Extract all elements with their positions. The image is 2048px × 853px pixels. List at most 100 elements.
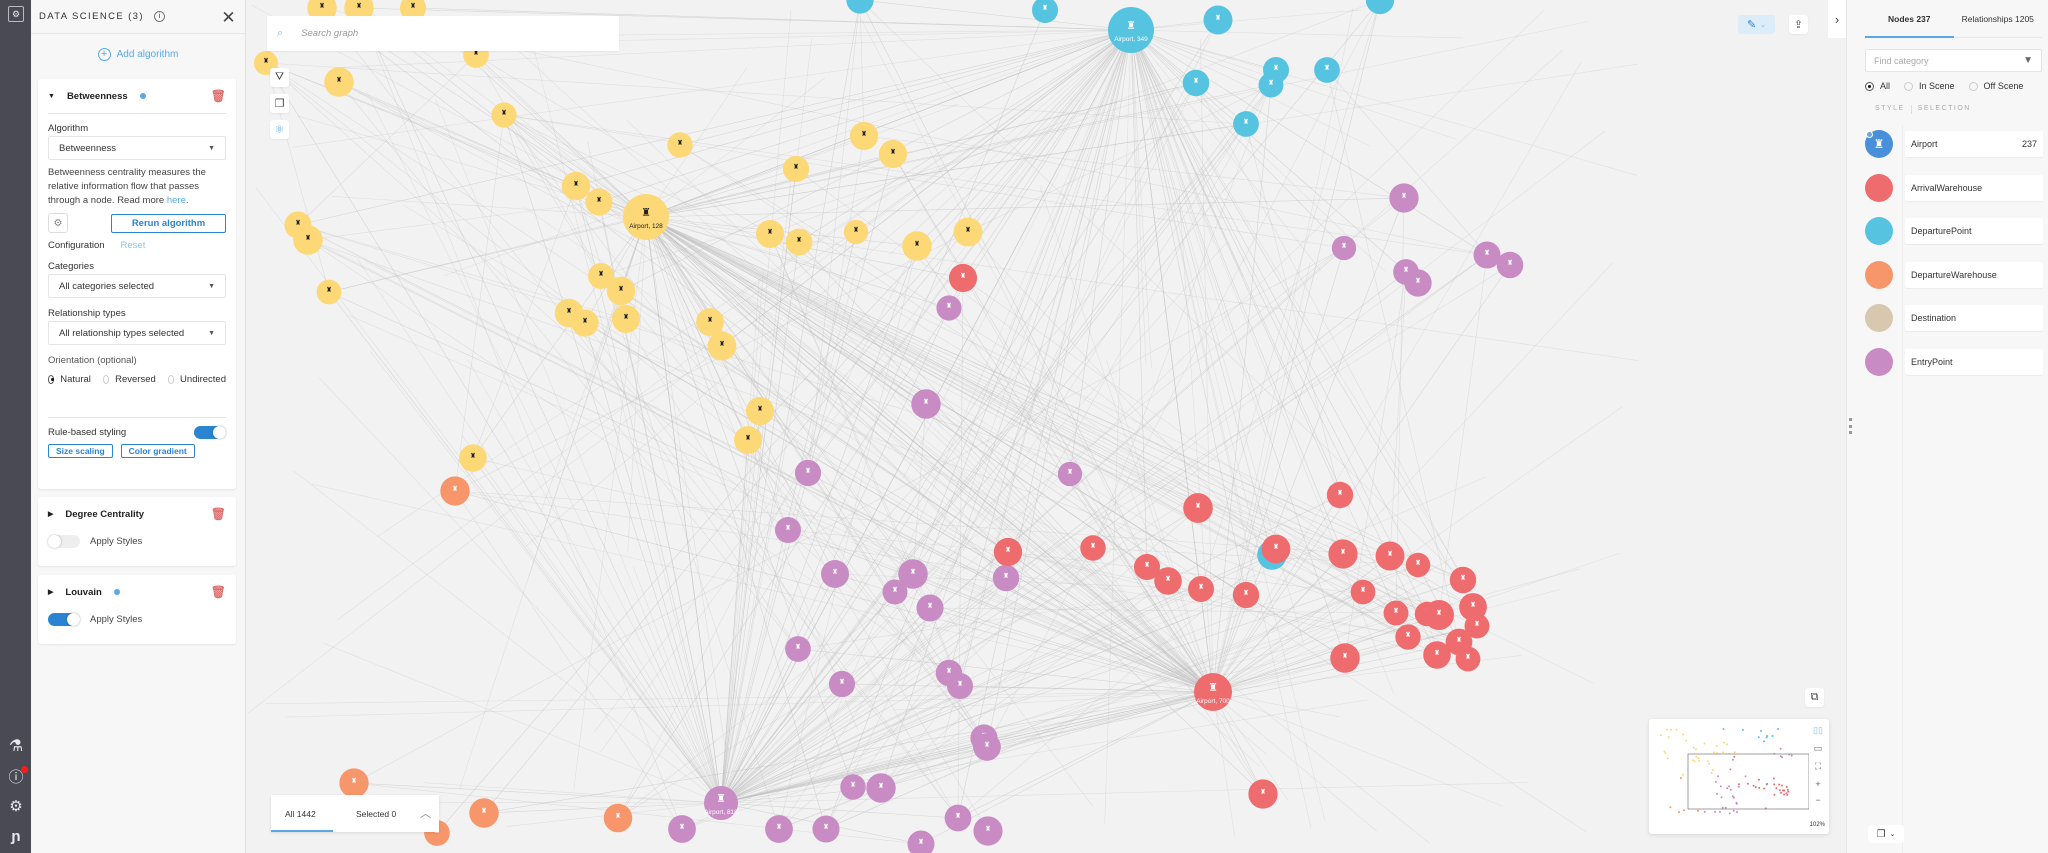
category-row[interactable]: Destination: [1865, 303, 2043, 333]
graph-node[interactable]: ♜: [459, 444, 487, 472]
size-scaling-button[interactable]: Size scaling: [48, 444, 113, 458]
graph-node[interactable]: ♜: [1314, 57, 1340, 83]
relationship-edge[interactable]: [1130, 29, 1488, 256]
graph-node[interactable]: ♜: [902, 231, 932, 261]
relationship-edge[interactable]: [1130, 9, 1362, 31]
graph-node[interactable]: ♜: [1326, 481, 1354, 509]
relationship-edge[interactable]: [568, 312, 799, 650]
trash-icon[interactable]: 🗑: [211, 507, 226, 521]
zoom-in-icon[interactable]: +: [1811, 779, 1825, 789]
graph-node[interactable]: ♜: [794, 459, 822, 487]
relationship-edge[interactable]: [645, 216, 1178, 541]
card-header[interactable]: ▶ Degree Centrality 🗑: [38, 497, 236, 531]
graph-node[interactable]: ♜: [948, 263, 978, 293]
hub-node[interactable]: ♜ Airport, 700: [1194, 673, 1232, 711]
card-header[interactable]: ▼ Betweenness 🗑: [38, 79, 236, 113]
trash-icon[interactable]: 🗑: [211, 89, 226, 103]
relationship-edge[interactable]: [645, 84, 1272, 218]
relationship-edge[interactable]: [645, 216, 860, 416]
graph-node[interactable]: ♜: [1331, 235, 1357, 261]
add-algorithm-button[interactable]: + Add algorithm: [31, 48, 245, 61]
relationship-edge[interactable]: [366, 92, 722, 804]
layers-icon[interactable]: ❐: [270, 94, 289, 113]
zoom-out-icon[interactable]: −: [1811, 795, 1825, 805]
graph-node[interactable]: ♜: [571, 309, 599, 337]
relationship-edge[interactable]: [681, 579, 1464, 830]
relationship-edge[interactable]: [1195, 82, 1464, 581]
relationship-edge[interactable]: [967, 84, 1272, 233]
graph-node[interactable]: ♜: [992, 564, 1020, 592]
graph-node[interactable]: ♜: [491, 102, 517, 128]
relationship-edge[interactable]: [720, 558, 1119, 804]
relationship-edge[interactable]: [880, 685, 961, 789]
graph-node[interactable]: ♜: [668, 815, 696, 843]
hub-node[interactable]: ♜ Airport, 818: [704, 786, 738, 820]
category-row[interactable]: EntryPoint: [1865, 347, 2043, 377]
relationship-edge[interactable]: [358, 7, 683, 830]
graph-node[interactable]: ♜: [846, 0, 874, 14]
relationship-edge[interactable]: [948, 29, 1132, 674]
relationship-edge[interactable]: [483, 802, 722, 814]
graph-node[interactable]: ♜: [1188, 576, 1214, 602]
graph-node[interactable]: ♜: [973, 816, 1003, 846]
relationship-edge[interactable]: [598, 29, 1132, 203]
relationship-edge[interactable]: [1130, 29, 1148, 568]
graph-node[interactable]: ♜: [1080, 535, 1106, 561]
collapse-caret-icon[interactable]: ▼: [48, 93, 55, 100]
relationship-edge[interactable]: [454, 490, 1460, 643]
categories-select[interactable]: All categories selected ▼: [48, 274, 226, 298]
rule-styling-toggle[interactable]: [194, 426, 226, 439]
graph-node[interactable]: ♜: [324, 67, 354, 97]
category-selection-box[interactable]: EntryPoint: [1905, 348, 2043, 375]
graph-node[interactable]: ♜: [821, 560, 849, 588]
category-selection-box[interactable]: ArrivalWarehouse: [1905, 174, 2043, 201]
filter-icon[interactable]: ▼: [2023, 55, 2033, 66]
panel-settings-icon[interactable]: ⚙: [8, 6, 24, 22]
relationship-edge[interactable]: [467, 358, 722, 804]
graph-node[interactable]: ♜: [1233, 111, 1259, 137]
relationship-edge[interactable]: [307, 239, 1460, 643]
graph-node[interactable]: ♜: [782, 155, 810, 183]
relationship-edge[interactable]: [720, 245, 918, 804]
graph-node[interactable]: ♜: [993, 537, 1023, 567]
relationship-edge[interactable]: [1212, 691, 1289, 801]
graph-node[interactable]: ♜: [765, 815, 793, 843]
graph-svg[interactable]: ♜ ♜ ♜ ♜ ♜ ♜ ♜ ♜ ♜ ♜ ♜ ♜ ♜ ♜ ♜ ♜ ♜ ♜ ♜ ♜ ♜ ♜ ♜ ♜ ♜ ♜ ♜ ♜ ♜ ♜ ♜ ♜ ♜ ♜ ♜ ♜ ♜ ♜ ♜ ♜…: [246, 0, 1846, 853]
graph-node[interactable]: ♜: [849, 121, 879, 151]
relationship-edge[interactable]: [720, 564, 1419, 804]
graph-node[interactable]: ♜: [1248, 779, 1278, 809]
relationship-edge[interactable]: [645, 216, 722, 804]
radio-natural[interactable]: [48, 375, 55, 384]
relationship-edge[interactable]: [575, 29, 1132, 187]
layers-menu-button[interactable]: ❐ ⌄: [1868, 825, 1904, 843]
graph-node[interactable]: ♜: [316, 279, 342, 305]
graph-node[interactable]: ♜: [1057, 461, 1083, 487]
graph-node[interactable]: ♜: [585, 188, 613, 216]
minimap-viewport[interactable]: [1687, 753, 1810, 810]
graph-node[interactable]: ♜: [1182, 69, 1210, 97]
category-style-swatch[interactable]: [1865, 304, 1893, 332]
graph-node[interactable]: ♜: [828, 670, 856, 698]
relationship-edge[interactable]: [1438, 254, 1488, 616]
graph-node[interactable]: ♜: [611, 304, 641, 334]
selected-count-tab[interactable]: Selected 0: [356, 809, 396, 819]
graph-node[interactable]: ♜: [755, 219, 785, 249]
relationship-edge[interactable]: [916, 29, 1132, 247]
graph-node[interactable]: ♜: [944, 804, 972, 832]
graph-node[interactable]: ♜: [1203, 5, 1233, 35]
flask-icon[interactable]: ⚗: [6, 736, 26, 756]
category-row[interactable]: DeparturePoint: [1865, 216, 2043, 246]
category-selection-box[interactable]: DeparturePoint: [1905, 218, 2043, 244]
relationship-edge[interactable]: [720, 410, 761, 804]
relationship-edge[interactable]: [798, 29, 1132, 243]
chevron-up-icon[interactable]: ︿: [420, 805, 431, 821]
edit-mode-button[interactable]: ✎ ⌄: [1738, 15, 1775, 34]
relationship-edge[interactable]: [265, 62, 577, 187]
expand-caret-icon[interactable]: ▶: [48, 510, 53, 518]
expand-caret-icon[interactable]: ▶: [48, 588, 53, 596]
relationship-edge[interactable]: [307, 201, 600, 241]
category-row[interactable]: DepartureWarehouse: [1865, 260, 2043, 290]
presentation-icon[interactable]: ▭: [1811, 743, 1825, 754]
category-style-swatch[interactable]: [1865, 260, 1893, 289]
relationship-edge[interactable]: [600, 82, 1197, 277]
